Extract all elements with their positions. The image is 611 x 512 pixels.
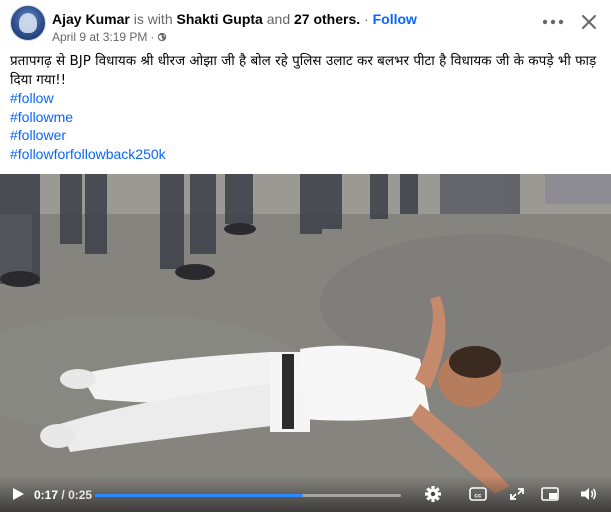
video-progress-fill	[95, 494, 304, 497]
volume-icon[interactable]	[578, 485, 598, 503]
with-text: is with	[133, 11, 173, 27]
more-horizontal-icon[interactable]	[541, 14, 565, 30]
tagged-others[interactable]: 27 others.	[294, 11, 360, 27]
tagged-person[interactable]: Shakti Gupta	[177, 11, 263, 27]
follow-button[interactable]: Follow	[373, 11, 417, 27]
post-meta: April 9 at 3:19 PM ·	[52, 30, 167, 44]
hashtag-link[interactable]: #follower	[10, 126, 605, 145]
video-time: 0:17 / 0:25	[34, 488, 92, 502]
post-author-line: Ajay Kumar is with Shakti Gupta and 27 o…	[52, 11, 417, 27]
hashtag-link[interactable]: #followforfollowback250k	[10, 145, 605, 164]
duration: 0:25	[68, 488, 93, 502]
hashtag-link[interactable]: #followme	[10, 108, 605, 127]
fullscreen-expand-icon[interactable]	[507, 485, 527, 503]
author-name[interactable]: Ajay Kumar	[52, 11, 130, 27]
author-avatar[interactable]	[10, 5, 46, 41]
close-icon[interactable]	[581, 14, 597, 30]
captions-icon[interactable]: cc	[468, 485, 488, 503]
video-progress-bar[interactable]	[95, 494, 401, 497]
post-body-text: प्रतापगढ़ से BJP विधायक श्री धीरज ओझा जी…	[10, 53, 597, 88]
svg-text:cc: cc	[474, 492, 482, 499]
video-frame	[0, 174, 611, 512]
post-header: Ajay Kumar is with Shakti Gupta and 27 o…	[0, 0, 611, 44]
video-player[interactable]: 0:17 / 0:25 cc	[0, 174, 611, 512]
meta-separator: ·	[150, 30, 155, 44]
picture-in-picture-icon[interactable]	[540, 485, 560, 503]
post-message: प्रतापगढ़ से BJP विधायक श्री धीरज ओझा जी…	[10, 52, 605, 163]
and-text: and	[266, 11, 291, 27]
separator-dot: ·	[364, 11, 369, 27]
globe-icon[interactable]	[157, 32, 167, 42]
play-icon[interactable]	[8, 485, 28, 503]
current-time: 0:17	[34, 488, 59, 502]
post-timestamp[interactable]: April 9 at 3:19 PM	[52, 30, 147, 44]
settings-gear-icon[interactable]	[423, 485, 443, 503]
hashtag-link[interactable]: #follow	[10, 89, 605, 108]
video-controls: 0:17 / 0:25 cc	[0, 476, 611, 512]
time-separator: /	[61, 488, 65, 502]
